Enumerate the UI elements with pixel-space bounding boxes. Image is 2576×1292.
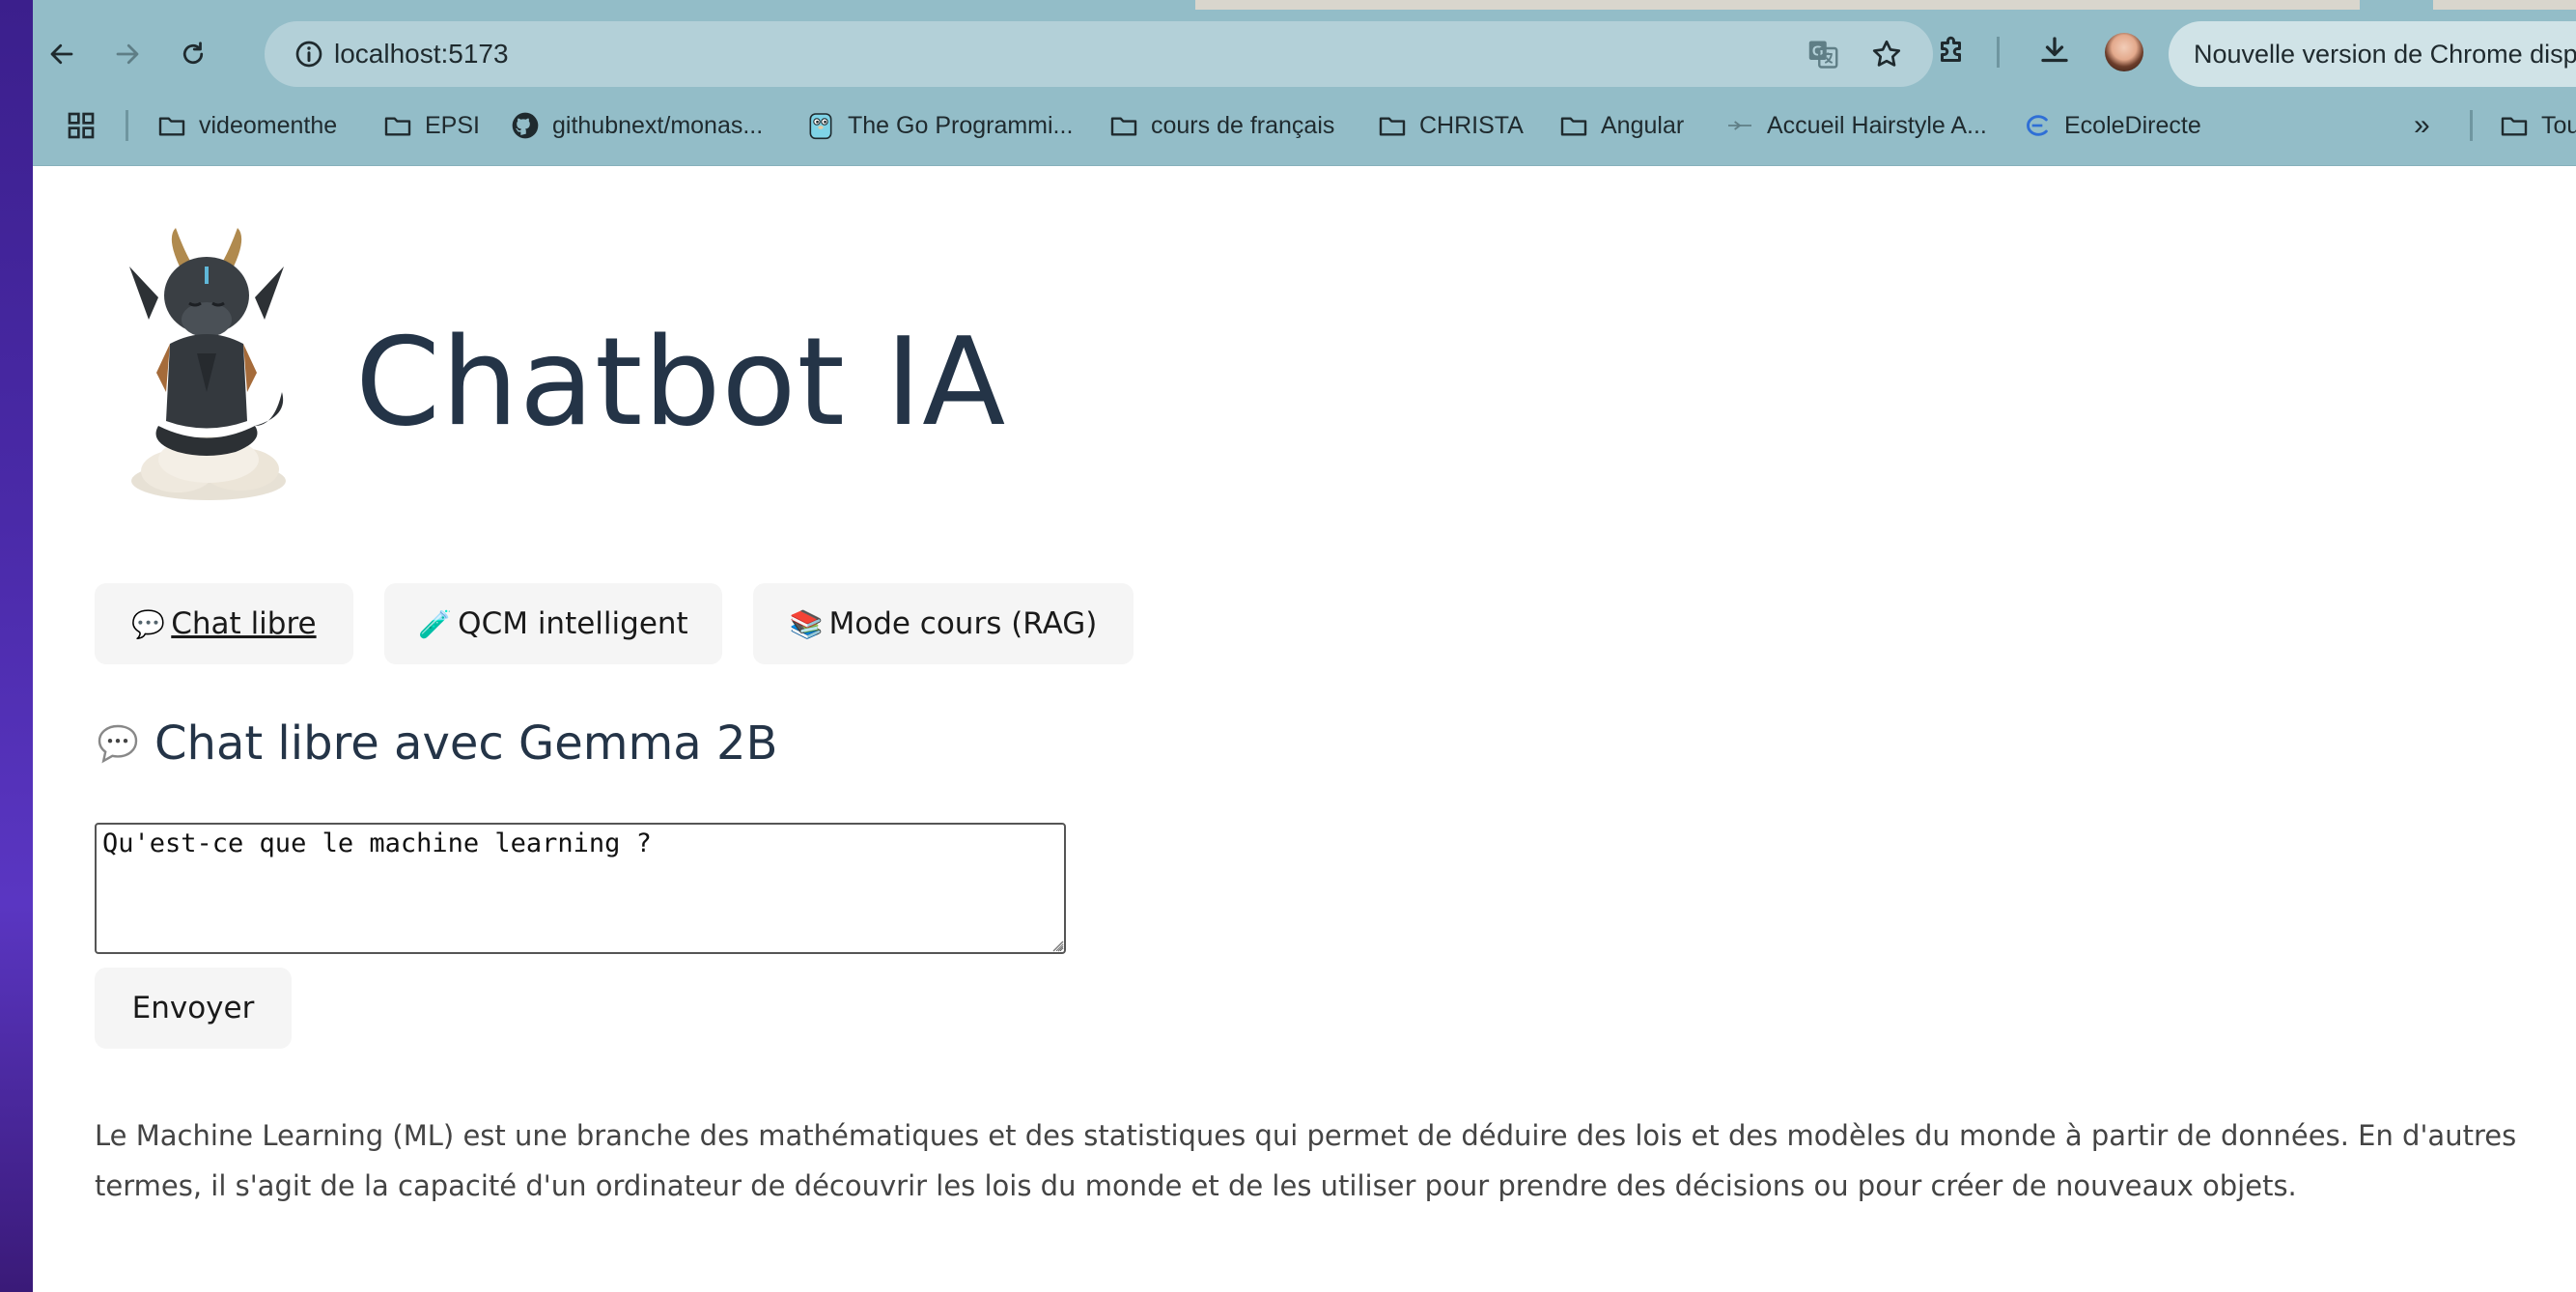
bookmark-label: CHRISTA [1419,111,1524,139]
bookmark-videomenthe[interactable]: videomenthe [156,106,337,145]
tab-qcm-intelligent[interactable]: 🧪 QCM intelligent [384,583,722,664]
folder-icon [1110,117,1137,136]
bookmarks-divider [2470,110,2473,141]
tab-label: QCM intelligent [458,606,688,641]
apps-button[interactable] [66,106,97,145]
bookmark-go-programming[interactable]: The Go Programmi... [805,106,1073,145]
desktop-background [0,0,33,1292]
forward-button[interactable] [104,31,151,77]
puzzle-icon [1941,36,1961,62]
bookmark-cours-de-francais[interactable]: cours de français [1108,106,1334,145]
toolbar-divider [1997,37,2000,68]
tab-strip [33,0,2576,10]
downloads-button[interactable] [2033,29,2076,71]
bookmark-label: EPSI [425,111,480,139]
arrow-left-icon [50,43,73,65]
bookmark-label: EcoleDirecte [2064,111,2201,139]
chat-answer: Le Machine Learning (ML) est une branche… [95,1119,2517,1202]
resize-handle-icon[interactable] [1049,937,1064,952]
bookmark-label: githubnext/monas... [552,111,764,139]
section-title: Chat libre avec Gemma 2B [154,716,778,771]
folder-icon [158,117,185,136]
folder-icon [2501,117,2528,136]
extensions-button[interactable] [1931,29,1974,71]
bookmark-christa[interactable]: CHRISTA [1377,106,1524,145]
books-icon: 📚 [789,607,824,640]
bookmark-label: Accueil Hairstyle A... [1767,111,1987,139]
prompt-textarea[interactable]: Qu'est-ce que le machine learning ? [95,823,1066,954]
url-text[interactable]: localhost:5173 [334,21,509,87]
translate-icon[interactable]: G [1806,37,1840,71]
address-bar[interactable]: localhost:5173 G [265,21,1933,87]
browser-window: localhost:5173 G Nouvelle version de Chr… [33,0,2576,1292]
chrome-update-notice[interactable]: Nouvelle version de Chrome disp [2169,21,2576,87]
site-info-icon[interactable] [294,39,324,70]
dragon-mascot-logo [129,228,286,500]
speech-bubble-icon [98,724,138,764]
bookmark-star-icon[interactable] [1869,37,1904,71]
folder-icon [1379,117,1406,136]
bookmark-label: videomenthe [199,111,338,139]
apps-grid-icon [68,112,95,139]
bookmark-ecoledirecte[interactable]: EcoleDirecte [2022,106,2201,145]
bookmark-epsi[interactable]: EPSI [382,106,480,145]
reload-button[interactable] [170,31,216,77]
bookmark-label: The Go Programmi... [848,111,1074,139]
bookmarks-overflow-button[interactable]: » [2414,106,2430,145]
svg-text:G: G [1812,43,1824,60]
folder-icon [1560,117,1587,136]
bookmark-github[interactable]: githubnext/monas... [510,106,763,145]
tab-label: Chat libre [171,606,317,641]
back-button[interactable] [39,31,85,77]
reload-icon [182,42,204,65]
tab-label: Mode cours (RAG) [828,606,1098,641]
chevrons-right-icon: » [2414,109,2430,141]
ecoledirecte-icon [2027,115,2048,136]
tab-chat-libre[interactable]: 💬 Chat libre [95,583,353,664]
gopher-icon [809,113,832,140]
send-button[interactable]: Envoyer [95,968,292,1049]
tab-mode-cours-rag[interactable]: 📚 Mode cours (RAG) [753,583,1134,664]
bookmarks-bar: videomenthe EPSI githubnext/monas... The… [33,97,2576,154]
folder-icon [384,117,411,136]
bookmark-label: Tous [2541,111,2576,139]
arrow-right-icon [116,43,139,65]
app-title: Chatbot IA [355,311,1007,453]
test-tube-icon: 🧪 [418,607,453,640]
download-icon [2041,37,2068,63]
site-icon [1728,121,1751,130]
github-icon [512,112,539,139]
bookmark-angular[interactable]: Angular [1558,106,1684,145]
section-heading: Chat libre avec Gemma 2B [95,716,777,771]
bookmarks-divider [126,110,128,141]
bookmark-label: Angular [1601,111,1685,139]
profile-avatar[interactable] [2105,33,2143,71]
bookmark-accueil-hairstyle[interactable]: Accueil Hairstyle A... [1724,106,1987,145]
page-content: Chatbot IA 💬 Chat libre 🧪 QCM intelligen… [33,166,2576,1292]
all-bookmarks-button[interactable]: Tous [2499,106,2576,145]
bookmark-label: cours de français [1151,111,1335,139]
speech-bubble-icon: 💬 [131,607,166,640]
